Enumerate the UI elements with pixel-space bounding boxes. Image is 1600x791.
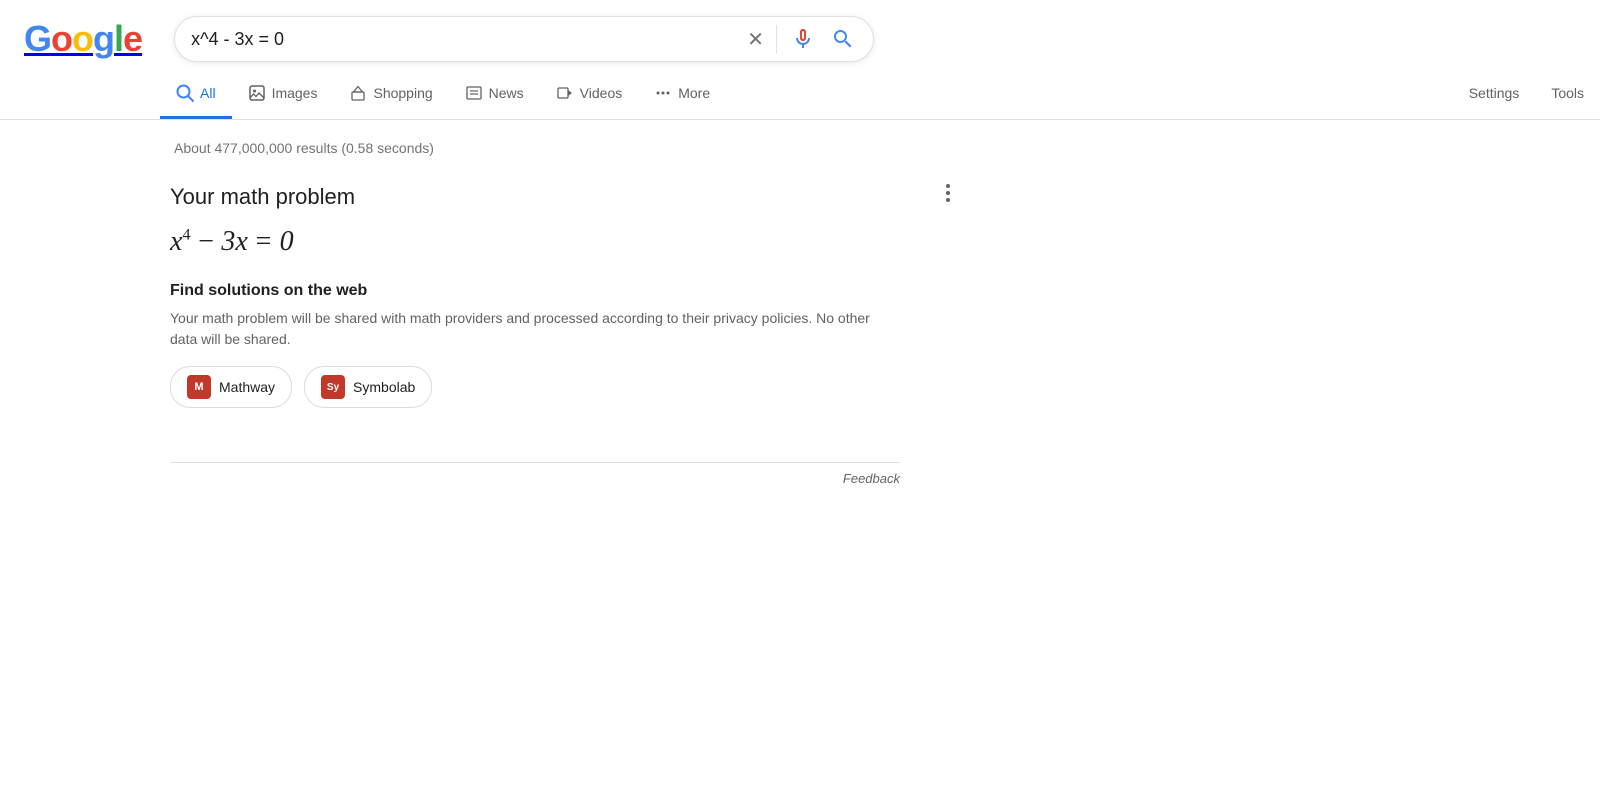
logo-g1: G — [24, 18, 51, 59]
clear-button[interactable]: ✕ — [745, 25, 777, 54]
tab-shopping-label: Shopping — [373, 85, 432, 101]
tab-more-label: More — [678, 85, 710, 101]
math-equation: x4 − 3x = 0 — [170, 226, 890, 258]
mathway-logo: M — [187, 375, 211, 399]
mic-button[interactable] — [789, 25, 817, 53]
shopping-tab-icon — [349, 84, 367, 102]
settings-label: Settings — [1469, 85, 1520, 101]
mathway-button[interactable]: M Mathway — [170, 366, 292, 408]
vertical-dots-icon — [946, 184, 950, 202]
symbolab-button[interactable]: Sy Symbolab — [304, 366, 432, 408]
tab-news-label: News — [489, 85, 524, 101]
images-tab-icon — [248, 84, 266, 102]
more-tab-icon — [654, 84, 672, 102]
results-info: About 477,000,000 results (0.58 seconds) — [170, 140, 900, 156]
tab-more[interactable]: More — [638, 70, 726, 119]
google-logo-link[interactable]: Google — [24, 18, 154, 60]
search-submit-button[interactable] — [829, 25, 857, 53]
tab-news[interactable]: News — [449, 70, 540, 119]
feedback-link[interactable]: Feedback — [843, 471, 900, 486]
all-tab-icon — [176, 84, 194, 102]
header: Google x^4 - 3x = 0 ✕ — [0, 0, 1600, 62]
solver-buttons: M Mathway Sy Symbolab — [170, 366, 890, 408]
news-tab-icon — [465, 84, 483, 102]
mathway-logo-text: M — [194, 381, 203, 393]
google-logo: Google — [24, 18, 142, 60]
mic-icon — [791, 27, 815, 51]
tab-images[interactable]: Images — [232, 70, 334, 119]
symbolab-logo: Sy — [321, 375, 345, 399]
more-options-button[interactable] — [946, 184, 950, 202]
logo-o2: o — [72, 18, 93, 59]
math-card-title: Your math problem — [170, 184, 890, 210]
eq-x: x4 — [170, 226, 190, 258]
symbolab-label: Symbolab — [353, 379, 415, 395]
eq-equals: = 0 — [254, 226, 294, 258]
nav-bar: All Images Shopping News — [0, 70, 1600, 120]
tab-all-label: All — [200, 85, 216, 101]
search-bar: x^4 - 3x = 0 ✕ — [174, 16, 874, 62]
tab-videos-label: Videos — [580, 85, 623, 101]
eq-3x: 3x — [221, 226, 247, 258]
find-solutions-title: Find solutions on the web — [170, 282, 890, 300]
tools-button[interactable]: Tools — [1535, 71, 1600, 118]
find-solutions-desc: Your math problem will be shared with ma… — [170, 308, 870, 350]
tab-all[interactable]: All — [160, 70, 232, 119]
search-icon-group: ✕ — [745, 25, 857, 54]
tab-shopping[interactable]: Shopping — [333, 70, 448, 119]
logo-o1: o — [51, 18, 72, 59]
nav-tabs: All Images Shopping News — [160, 70, 726, 119]
nav-right-buttons: Settings Tools — [1453, 71, 1600, 118]
search-icon — [831, 27, 855, 51]
search-bar-wrapper: x^4 - 3x = 0 ✕ — [174, 16, 874, 62]
settings-button[interactable]: Settings — [1453, 71, 1536, 118]
symbolab-logo-text: Sy — [327, 382, 339, 393]
logo-g2: g — [93, 18, 114, 59]
search-input[interactable]: x^4 - 3x = 0 — [191, 29, 745, 50]
logo-l: l — [114, 18, 123, 59]
logo-e: e — [123, 18, 142, 59]
feedback-row: Feedback — [170, 463, 900, 494]
tab-images-label: Images — [272, 85, 318, 101]
videos-tab-icon — [556, 84, 574, 102]
mathway-label: Mathway — [219, 379, 275, 395]
main-content: About 477,000,000 results (0.58 seconds)… — [0, 120, 900, 494]
math-card: Your math problem x4 − 3x = 0 Find solut… — [170, 176, 890, 432]
eq-minus: − — [196, 226, 215, 258]
tab-videos[interactable]: Videos — [540, 70, 639, 119]
tools-label: Tools — [1551, 85, 1584, 101]
